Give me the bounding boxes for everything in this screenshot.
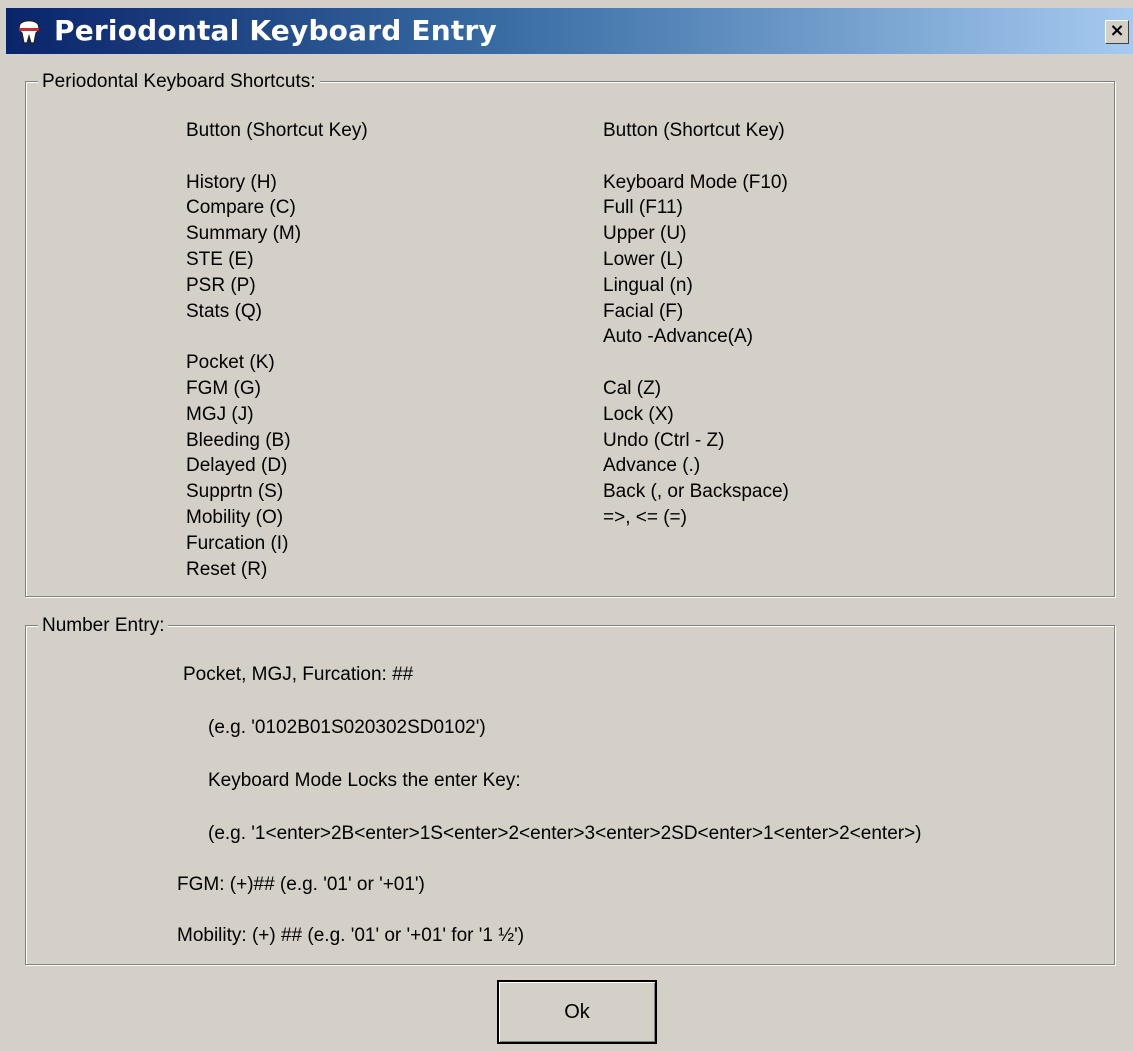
shortcut-item: Supprtn (S): [186, 481, 284, 503]
shortcut-item: PSR (P): [186, 274, 256, 296]
shortcut-item: Reset (R): [186, 558, 268, 580]
ok-button[interactable]: Ok: [497, 980, 657, 1044]
shortcut-item: Pocket (K): [186, 352, 275, 374]
shortcut-item: Lock (X): [603, 403, 674, 425]
shortcut-item: Back (, or Backspace): [603, 481, 789, 503]
pocket-example-text: (e.g. '0102B01S020302SD0102'): [208, 717, 486, 738]
fgm-format-text: FGM: (+)## (e.g. '01' or '+01'): [177, 874, 425, 895]
shortcut-item: Keyboard Mode (F10): [603, 171, 788, 193]
shortcut-item: Facial (F): [603, 300, 684, 322]
pocket-format-text: Pocket, MGJ, Furcation: ##: [183, 664, 414, 685]
shortcut-item: Mobility (O): [186, 506, 284, 528]
shortcut-item: Undo (Ctrl - Z): [603, 429, 725, 451]
keyboard-mode-example: (e.g. '1<enter>2B<enter>1S<enter>2<enter…: [208, 823, 922, 844]
shortcut-item: Summary (M): [186, 223, 302, 245]
shortcut-item: [186, 324, 368, 350]
shortcut-item: Delayed (D): [186, 455, 288, 477]
shortcuts-group: Periodontal Keyboard Shortcuts: Button (…: [25, 71, 1115, 597]
number-entry-group: Number Entry: Pocket, MGJ, Furcation: ##…: [25, 615, 1115, 965]
shortcut-item: Stats (Q): [186, 300, 263, 322]
shortcut-item: Auto -Advance(A): [603, 326, 753, 348]
shortcut-item: History (H): [186, 171, 277, 193]
shortcut-item: Cal (Z): [603, 377, 662, 399]
close-button[interactable]: ×: [1105, 20, 1129, 44]
shortcut-item: Upper (U): [603, 223, 687, 245]
shortcut-item: [603, 144, 789, 170]
shortcut-item: MGJ (J): [186, 403, 254, 425]
shortcut-item: [603, 350, 789, 376]
dialog-window: Periodontal Keyboard Entry × Periodontal…: [0, 0, 1133, 1051]
left-column-header: Button (Shortcut Key): [186, 120, 368, 141]
number-entry-legend: Number Entry:: [38, 615, 169, 637]
shortcut-item: Lingual (n): [603, 274, 693, 296]
shortcuts-left-column: Button (Shortcut Key) History (H) Compar…: [186, 118, 368, 582]
shortcut-item: Bleeding (B): [186, 429, 291, 451]
title-bar[interactable]: Periodontal Keyboard Entry ×: [6, 8, 1133, 54]
shortcut-item: =>, <= (=): [603, 506, 687, 528]
keyboard-mode-note: Keyboard Mode Locks the enter Key:: [208, 770, 521, 791]
shortcut-item: Furcation (I): [186, 532, 289, 554]
window-title: Periodontal Keyboard Entry: [54, 14, 497, 47]
shortcut-item: Advance (.): [603, 455, 701, 477]
shortcut-item: Full (F11): [603, 197, 683, 219]
shortcut-item: Lower (L): [603, 248, 684, 270]
shortcut-item: [186, 144, 368, 170]
right-column-header: Button (Shortcut Key): [603, 120, 785, 141]
mobility-format-text: Mobility: (+) ## (e.g. '01' or '+01' for…: [177, 925, 525, 946]
tooth-icon: [18, 20, 40, 44]
shortcut-item: STE (E): [186, 248, 254, 270]
shortcuts-right-column: Button (Shortcut Key) Keyboard Mode (F10…: [603, 118, 789, 531]
shortcut-item: Compare (C): [186, 197, 296, 219]
shortcuts-legend: Periodontal Keyboard Shortcuts:: [38, 71, 320, 93]
shortcut-item: FGM (G): [186, 377, 261, 399]
